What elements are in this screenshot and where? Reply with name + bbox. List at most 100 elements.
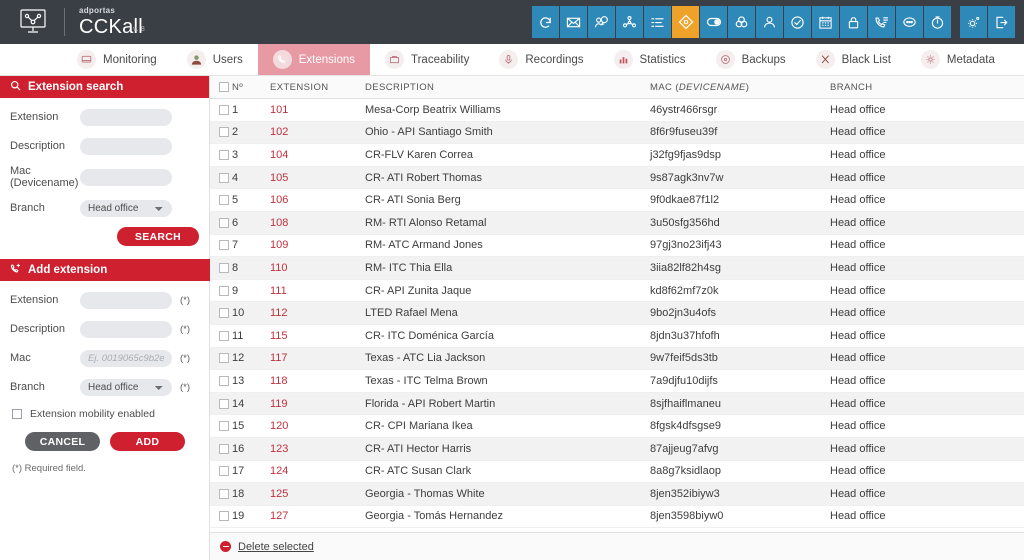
table-row[interactable]: 14 119 Florida - API Robert Martin 8sjfhaif… xyxy=(210,392,1024,416)
add-mac-input[interactable] xyxy=(80,349,172,367)
table-row[interactable]: 8 110 RM- ITC Thia Ella 3iia82lf82h4sg Head … xyxy=(210,257,1024,280)
row-checkbox[interactable] xyxy=(219,421,229,432)
tab-black-list[interactable]: Black List xyxy=(801,44,906,75)
search-extension-input[interactable] xyxy=(80,108,172,126)
table-row[interactable]: 19 127 Georgia - Tomás Hernandez 8jen3598bi… xyxy=(210,506,1024,529)
check-circle-icon[interactable] xyxy=(784,6,811,38)
cell-mac: 3iia82lf82h4sg xyxy=(650,261,721,274)
extension-mobility-checkbox[interactable] xyxy=(12,409,22,419)
row-select-cell xyxy=(210,127,232,138)
row-checkbox[interactable] xyxy=(219,172,229,183)
venn-icon[interactable] xyxy=(728,6,755,38)
row-checkbox[interactable] xyxy=(219,308,229,319)
row-checkbox[interactable] xyxy=(219,330,229,341)
table-row[interactable]: 3 104 CR-FLV Karen Correa j32fg9fjas9dsp Hea… xyxy=(210,144,1024,167)
tab-monitoring[interactable]: Monitoring xyxy=(62,44,172,75)
table-row[interactable]: 2 102 Ohio - API Santiago Smith 8f6r9fuseu3… xyxy=(210,121,1024,145)
search-mac-input[interactable] xyxy=(80,168,172,186)
add-extension-input[interactable] xyxy=(80,291,172,309)
row-checkbox[interactable] xyxy=(219,217,229,228)
diamond-icon[interactable] xyxy=(672,6,699,38)
tab-extensions[interactable]: Extensions xyxy=(257,44,370,75)
tab-traceability[interactable]: Traceability xyxy=(370,44,484,75)
tab-statistics[interactable]: Statistics xyxy=(599,44,701,75)
tab-backups[interactable]: Backups xyxy=(701,44,801,75)
add-mac-required: (*) xyxy=(180,352,191,364)
cancel-button[interactable]: CANCEL xyxy=(25,432,100,451)
table-row[interactable]: 9 111 CR- API Zunita Jaque kd8f62mf7z0k Head… xyxy=(210,280,1024,303)
timer-icon[interactable] xyxy=(924,6,951,38)
row-checkbox[interactable] xyxy=(219,488,229,499)
add-mac-row: Mac (*) xyxy=(10,348,200,368)
table-row[interactable]: 15 120 CR- CPI Mariana Ikea 8fgsk4dfsgse9 He… xyxy=(210,415,1024,438)
cell-description: Florida - API Robert Martin xyxy=(365,397,496,410)
cell-description: CR- ATI Hector Harris xyxy=(365,442,472,455)
calendar-icon[interactable] xyxy=(812,6,839,38)
row-checkbox[interactable] xyxy=(219,262,229,273)
row-checkbox[interactable] xyxy=(219,511,229,522)
person-icon[interactable] xyxy=(756,6,783,38)
row-checkbox[interactable] xyxy=(219,195,229,206)
list-icon[interactable] xyxy=(644,6,671,38)
search-description-input[interactable] xyxy=(80,137,172,155)
table-row[interactable]: 4 105 CR- ATI Robert Thomas 9s87agk3nv7w Hea… xyxy=(210,166,1024,190)
cell-mac: 8a8g7ksidlaop xyxy=(650,465,721,478)
row-checkbox[interactable] xyxy=(219,398,229,409)
row-select-cell xyxy=(210,466,232,477)
table-row[interactable]: 17 124 CR- ATC Susan Clark 8a8g7ksidlaop Hea… xyxy=(210,461,1024,484)
delete-circle-icon xyxy=(220,541,231,552)
table-row[interactable]: 1 101 Mesa-Corp Beatrix Williams 46ystr466r… xyxy=(210,99,1024,122)
tab-users[interactable]: Users xyxy=(172,44,258,75)
row-checkbox[interactable] xyxy=(219,353,229,364)
row-select-cell xyxy=(210,330,232,341)
brand-text: adportas CCKall v. 8 xyxy=(79,6,145,38)
chat-icon[interactable] xyxy=(896,6,923,38)
table-row[interactable]: 6 108 RM- RTI Alonso Retamal 3u50sfg356hd He… xyxy=(210,211,1024,235)
mail-icon[interactable] xyxy=(560,6,587,38)
row-checkbox[interactable] xyxy=(219,240,229,251)
network-icon[interactable] xyxy=(616,6,643,38)
add-description-input[interactable] xyxy=(80,320,172,338)
cell-mac: 8f6r9fuseu39f xyxy=(650,126,718,139)
refresh-icon[interactable] xyxy=(532,6,559,38)
cell-description: Georgia - Thomas White xyxy=(365,487,485,500)
table-row[interactable]: 16 123 CR- ATI Hector Harris 87ajjeug7afvg H… xyxy=(210,437,1024,461)
row-checkbox[interactable] xyxy=(219,466,229,477)
table-row[interactable]: 18 125 Georgia - Thomas White 8jen352ibiyw3… xyxy=(210,483,1024,506)
gear-icon xyxy=(920,50,940,69)
row-checkbox[interactable] xyxy=(219,149,229,160)
cell-description: CR- CPI Mariana Ikea xyxy=(365,420,473,433)
cell-number: 16 xyxy=(232,442,245,455)
tab-metadata[interactable]: Metadata xyxy=(906,44,1010,75)
logout-icon[interactable] xyxy=(988,6,1015,38)
add-button[interactable]: ADD xyxy=(110,432,185,451)
tab-recordings[interactable]: Recordings xyxy=(484,44,598,75)
lock-icon[interactable] xyxy=(840,6,867,38)
tab-label: Backups xyxy=(741,53,786,66)
row-checkbox[interactable] xyxy=(219,285,229,296)
user-chat-icon[interactable] xyxy=(588,6,615,38)
table-row[interactable]: 13 118 Texas - ITC Telma Brown 7a9djfu10dij… xyxy=(210,370,1024,393)
cell-mac: j32fg9fjas9dsp xyxy=(650,148,721,161)
table-row[interactable]: 7 109 RM- ATC Armand Jones 97gj3no23ifj43 He… xyxy=(210,235,1024,258)
search-branch-select[interactable]: Head office xyxy=(80,199,172,217)
cell-description: Texas - ITC Telma Brown xyxy=(365,374,488,387)
add-branch-select[interactable]: Head office xyxy=(80,378,172,396)
settings-icon[interactable] xyxy=(960,6,987,38)
phone-list-icon[interactable] xyxy=(868,6,895,38)
table-row[interactable]: 11 115 CR- ITC Doménica García 8jdn3u37hfof… xyxy=(210,325,1024,348)
row-checkbox[interactable] xyxy=(219,375,229,386)
table-row[interactable]: 5 106 CR- ATI Sonia Berg 9f0dkae87f1l2 Head … xyxy=(210,189,1024,212)
table-row[interactable]: 10 112 LTED Rafael Mena 9bo2jn3u4ofs Head of… xyxy=(210,302,1024,325)
cell-branch: Head office xyxy=(830,442,886,455)
delete-selected-link[interactable]: Delete selected xyxy=(238,541,314,553)
search-button[interactable]: SEARCH xyxy=(117,227,199,246)
toggle-icon[interactable] xyxy=(700,6,727,38)
table-body-scroll[interactable]: 1 101 Mesa-Corp Beatrix Williams 46ystr466r… xyxy=(210,99,1024,532)
row-checkbox[interactable] xyxy=(219,443,229,454)
select-all-checkbox[interactable] xyxy=(219,82,229,92)
cell-branch: Head office xyxy=(830,420,886,433)
row-checkbox[interactable] xyxy=(219,127,229,138)
table-row[interactable]: 12 117 Texas - ATC Lia Jackson 9w7feif5ds3t… xyxy=(210,347,1024,371)
row-checkbox[interactable] xyxy=(219,104,229,115)
